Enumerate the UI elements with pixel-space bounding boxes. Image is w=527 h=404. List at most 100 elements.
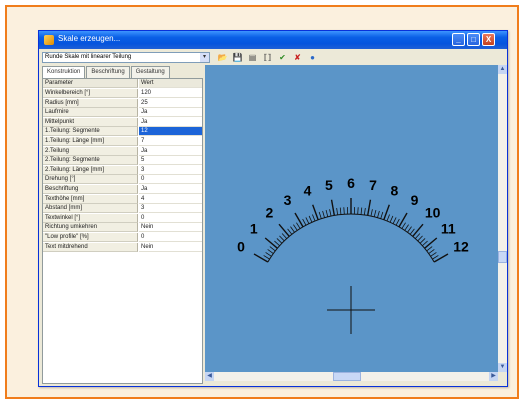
app-window: Skale erzeugen... _ □ X Runde Skale mit … <box>38 30 508 387</box>
minor-tick <box>428 249 435 254</box>
minor-tick <box>290 226 295 233</box>
parameter-name: Laufrnire <box>43 108 138 118</box>
parameter-name: 2.Teilung: Länge [mm] <box>43 165 138 175</box>
minor-tick <box>312 214 316 222</box>
minor-tick <box>409 228 415 235</box>
table-row[interactable]: Winkelbereich [°] 120 <box>43 89 202 98</box>
minor-tick <box>389 215 394 223</box>
table-row[interactable]: Richtung umkehren Nein <box>43 223 202 233</box>
table-row[interactable]: 2.Teilung: Länge [mm] 3 <box>43 165 202 175</box>
minor-tick <box>325 209 329 217</box>
print-icon[interactable]: ▤ <box>247 52 258 63</box>
parameter-value[interactable]: 5 <box>139 156 202 166</box>
scale-label: 9 <box>411 192 419 208</box>
window-title: Skale erzeugen... <box>58 34 121 43</box>
parameter-value[interactable]: 0 <box>139 233 202 242</box>
parameter-value[interactable]: 25 <box>139 99 202 108</box>
major-tick <box>330 199 336 216</box>
table-row[interactable]: Drehung [°] 0 <box>43 175 202 185</box>
parameter-value[interactable]: Nein <box>139 243 202 252</box>
minor-tick <box>414 233 421 239</box>
parameter-value[interactable]: 3 <box>139 166 202 175</box>
parameter-value[interactable]: 3 <box>139 204 202 214</box>
scale-label: 5 <box>325 177 333 193</box>
parameter-value[interactable]: Ja <box>139 108 202 118</box>
parameter-name: Abstand [mm] <box>43 204 138 214</box>
chevron-down-icon[interactable]: ▾ <box>200 53 209 62</box>
tab-gestaltung[interactable]: Gestaltung <box>130 66 170 78</box>
tab-beschriftung[interactable]: Beschriftung <box>86 66 130 78</box>
parameter-value[interactable]: 120 <box>139 89 202 98</box>
minor-tick <box>417 235 423 242</box>
parameter-name: 2.Teilung: Segmente <box>43 156 138 166</box>
table-row[interactable]: Textwinkel [°] 0 <box>43 213 202 223</box>
parameter-value[interactable]: 12 <box>139 127 202 137</box>
scroll-up-icon[interactable]: ▲ <box>498 65 507 74</box>
scroll-down-icon[interactable]: ▼ <box>498 363 507 372</box>
major-tick <box>366 199 372 216</box>
title-bar[interactable]: Skale erzeugen... _ □ X <box>39 31 507 49</box>
close-button[interactable]: X <box>482 33 495 46</box>
table-row[interactable]: Texthöhe [mm] 4 <box>43 194 202 204</box>
table-row[interactable]: Mittelpunkt Ja <box>43 117 202 127</box>
parameter-value[interactable]: 0 <box>139 175 202 185</box>
minor-tick <box>336 207 339 215</box>
table-row[interactable]: 1.Teilung: Länge [mm] 7 <box>43 137 202 146</box>
minor-tick <box>329 209 332 217</box>
major-tick <box>398 212 408 228</box>
minor-tick <box>360 207 363 215</box>
table-row[interactable]: 2.Teilung: Segmente 5 <box>43 156 202 166</box>
save-icon[interactable]: 💾 <box>232 52 243 63</box>
parameter-value[interactable]: Ja <box>139 147 202 156</box>
parameter-value[interactable]: 4 <box>139 195 202 204</box>
minor-tick <box>373 209 377 217</box>
help-icon[interactable]: ● <box>307 52 318 63</box>
tab-strip: Konstruktion Beschriftung Gestaltung <box>42 66 171 78</box>
parameter-value[interactable]: 0 <box>139 214 202 223</box>
minor-tick <box>281 233 288 239</box>
parameter-value[interactable]: Nein <box>139 223 202 233</box>
minor-tick <box>263 255 270 260</box>
table-row[interactable]: "Low profile" [%] 0 <box>43 233 202 242</box>
parameter-value[interactable]: 7 <box>139 137 202 146</box>
parameter-name: Parameter <box>43 79 138 88</box>
table-row[interactable]: 2.Teilung Ja <box>43 146 202 156</box>
scroll-left-icon[interactable]: ◀ <box>205 372 214 381</box>
minimize-button[interactable]: _ <box>452 33 465 46</box>
scale-preview-canvas: 0 1 2 3 4 5 6 7 8 9 10 11 12 <box>205 65 498 372</box>
horizontal-scrollbar[interactable]: ◀ ▶ <box>205 372 498 381</box>
parameter-name: 1.Teilung: Segmente <box>43 127 138 137</box>
table-row[interactable]: Beschriftung Ja <box>43 185 202 194</box>
vertical-scrollbar[interactable]: ▲ ▼ <box>498 65 507 372</box>
minor-tick <box>267 249 274 254</box>
parameter-value[interactable]: Ja <box>139 185 202 194</box>
major-tick <box>253 253 269 263</box>
minor-tick <box>287 228 293 235</box>
parameter-name: Richtung umkehren <box>43 223 138 233</box>
table-row[interactable]: Radius [mm] 25 <box>43 98 202 108</box>
vertical-scroll-thumb[interactable] <box>498 251 507 263</box>
scale-label: 3 <box>284 192 292 208</box>
parameter-name: Beschriftung <box>43 185 138 194</box>
scale-type-select[interactable]: Runde Skale mit linearer Teilung ▾ <box>42 52 210 63</box>
cancel-icon[interactable]: ✘ <box>292 52 303 63</box>
open-folder-icon[interactable]: 📂 <box>217 52 228 63</box>
scroll-right-icon[interactable]: ▶ <box>489 372 498 381</box>
table-row[interactable]: Abstand [mm] 3 <box>43 204 202 214</box>
preview-icon[interactable]: ⟦⟧ <box>262 52 273 63</box>
check-icon[interactable]: ✔ <box>277 52 288 63</box>
parameter-value[interactable]: Ja <box>139 118 202 127</box>
table-row[interactable]: Laufrnire Ja <box>43 108 202 118</box>
tab-konstruktion[interactable]: Konstruktion <box>42 66 86 78</box>
minor-tick <box>363 207 366 215</box>
maximize-button[interactable]: □ <box>467 33 480 46</box>
parameter-value[interactable]: Wert <box>139 79 202 88</box>
table-row[interactable]: 1.Teilung: Segmente 12 <box>43 127 202 137</box>
table-row[interactable]: Text mitdrehend Nein <box>43 242 202 252</box>
scale-label: 7 <box>369 177 377 193</box>
minor-tick <box>386 214 390 222</box>
horizontal-scroll-thumb[interactable] <box>333 372 361 381</box>
grid-header-row[interactable]: Parameter Wert <box>43 79 202 88</box>
scale-drawing: 01234 5 6 7 89101112 <box>237 175 469 334</box>
parameter-name: Mittelpunkt <box>43 117 138 127</box>
